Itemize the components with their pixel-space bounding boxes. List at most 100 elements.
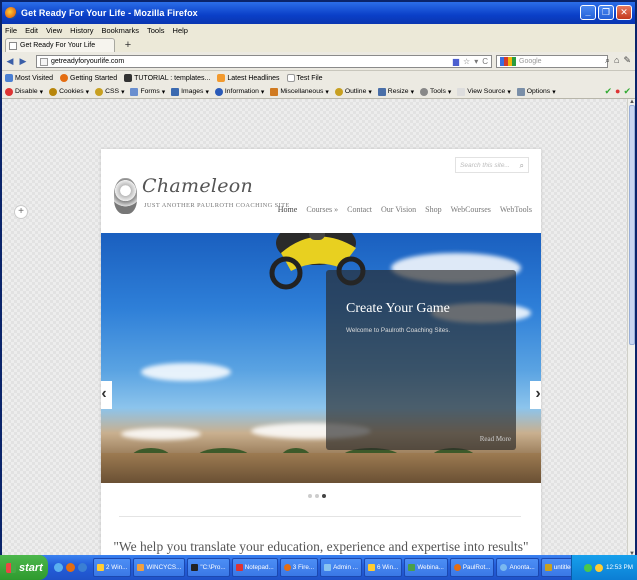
nav-webtools[interactable]: WebTools [500, 205, 532, 214]
slider-dot[interactable] [308, 494, 312, 498]
task-button[interactable]: PaulRot... [449, 558, 495, 577]
start-button[interactable]: start [0, 555, 48, 580]
firefox-icon [5, 7, 17, 19]
quick-launch-icon[interactable] [54, 563, 63, 572]
home-icon[interactable]: ⌂ [614, 55, 619, 66]
menu-file[interactable]: File [5, 26, 17, 35]
task-button[interactable]: Webina... [404, 558, 448, 577]
menu-bookmarks[interactable]: Bookmarks [102, 26, 140, 35]
dropdown-arrow-icon[interactable]: ▾ [474, 57, 478, 66]
menu-edit[interactable]: Edit [25, 26, 38, 35]
side-plus-icon[interactable]: + [14, 205, 28, 219]
maximize-button[interactable]: ❐ [598, 5, 614, 20]
dev-view-source[interactable]: View Source ▾ [457, 87, 511, 96]
vertical-scrollbar[interactable]: ▲ ▼ [627, 99, 635, 557]
new-tab-button[interactable]: + [121, 40, 135, 52]
slide-title: Create Your Game [346, 301, 450, 316]
dirt-ground [101, 453, 541, 483]
close-button[interactable]: ✕ [616, 5, 632, 20]
bookmark-star-icon[interactable]: ☆ [463, 57, 470, 66]
search-icon[interactable]: ⌕ [520, 162, 524, 170]
nav-shop[interactable]: Shop [425, 205, 441, 214]
menu-history[interactable]: History [70, 26, 93, 35]
slider-dot-active[interactable] [322, 494, 326, 498]
slider-next-icon[interactable]: › [530, 381, 541, 409]
task-icon [453, 564, 461, 571]
task-icon [500, 564, 508, 571]
slide-text: Welcome to Paulroth Coaching Sites. [346, 327, 451, 334]
bookmark-most-visited[interactable]: Most Visited [5, 74, 53, 82]
quick-launch-icon[interactable] [66, 563, 75, 572]
bookmark-getting-started[interactable]: Getting Started [60, 74, 117, 82]
dev-outline[interactable]: Outline ▾ [334, 87, 372, 96]
bookmark-test-file[interactable]: Test File [286, 74, 323, 82]
dev-css[interactable]: CSS ▾ [95, 87, 124, 96]
tab-bar: Get Ready For Your Life + [2, 37, 635, 52]
scrollbar-thumb[interactable] [629, 105, 635, 345]
tray-icon[interactable] [595, 563, 604, 572]
task-button[interactable]: 6 Win... [363, 558, 403, 577]
nav-home[interactable]: Home [278, 205, 298, 214]
menu-help[interactable]: Help [173, 26, 188, 35]
address-bar[interactable]: getreadyforyourlife.com ▆ ☆ ▾ C [36, 55, 492, 68]
outline-pencil-icon [334, 87, 343, 96]
letter-a-icon [124, 74, 133, 82]
nav-our-vision[interactable]: Our Vision [381, 205, 416, 214]
dev-forms[interactable]: Forms ▾ [130, 87, 165, 96]
task-button[interactable]: 2 Win... [93, 558, 132, 577]
toolbar-tools: ⌕ ⌂ ✎ [605, 55, 631, 66]
magnifier-icon[interactable]: ⌕ [605, 55, 610, 66]
dev-images[interactable]: Images ▾ [171, 87, 209, 96]
slider-prev-icon[interactable]: ‹ [101, 381, 112, 409]
dev-disable[interactable]: Disable ▾ [5, 87, 43, 96]
menu-tools[interactable]: Tools [147, 26, 165, 35]
forward-arrow-icon[interactable]: ▶ [18, 55, 28, 67]
dev-miscellaneous[interactable]: Miscellaneous ▾ [270, 87, 329, 96]
search-bar[interactable]: Google [496, 55, 608, 68]
slider-dots [308, 494, 326, 498]
tray-icon[interactable] [584, 563, 593, 572]
chameleon-logo-icon [114, 178, 137, 214]
view-source-icon [457, 87, 466, 96]
bookmark-tutorial[interactable]: TUTORIAL : templates... [124, 74, 210, 82]
pen-icon[interactable]: ✎ [623, 55, 631, 66]
css-pencil-icon [95, 87, 104, 96]
check-icon-2: ✔ [623, 86, 631, 96]
quick-launch-icon[interactable] [78, 563, 87, 572]
menu-view[interactable]: View [46, 26, 62, 35]
site-tagline: JUST ANOTHER PAULROTH COACHING SITE [144, 202, 290, 209]
task-button[interactable]: WINCYCS... [133, 558, 186, 577]
page-viewport[interactable]: + Search this site... ⌕ Chameleon JUST A… [2, 99, 627, 557]
nav-webcourses[interactable]: WebCourses [451, 205, 491, 214]
search-placeholder: Google [519, 58, 542, 65]
page-icon [286, 74, 295, 82]
task-button[interactable]: Admin ... [320, 558, 362, 577]
nav-contact[interactable]: Contact [347, 205, 372, 214]
back-arrow-icon[interactable]: ◀ [5, 55, 15, 67]
quick-launch [54, 563, 87, 572]
site-logo-name[interactable]: Chameleon [142, 175, 253, 197]
title-bar[interactable]: Get Ready For Your Life - Mozilla Firefo… [2, 2, 635, 24]
dev-resize[interactable]: Resize ▾ [377, 87, 414, 96]
task-button[interactable]: Anonta... [496, 558, 539, 577]
tab-get-ready[interactable]: Get Ready For Your Life [5, 38, 115, 52]
dev-information[interactable]: Information ▾ [214, 87, 264, 96]
nav-courses[interactable]: Courses » [306, 205, 338, 214]
clock[interactable]: 12:53 PM [606, 564, 633, 571]
dev-tools[interactable]: Tools ▾ [420, 87, 451, 96]
task-button[interactable]: 3 Fire... [279, 558, 319, 577]
forms-icon [130, 87, 139, 96]
site-search-input[interactable]: Search this site... ⌕ [455, 157, 529, 173]
reload-icon[interactable]: C [482, 57, 488, 66]
task-icon [283, 564, 291, 571]
slider-dot[interactable] [315, 494, 319, 498]
rss-icon[interactable]: ▆ [453, 57, 459, 66]
dev-cookies[interactable]: Cookies ▾ [49, 87, 89, 96]
task-button[interactable]: Notepad... [231, 558, 278, 577]
read-more-link[interactable]: Read More [480, 435, 511, 443]
dev-options[interactable]: Options ▾ [516, 87, 556, 96]
disable-icon [5, 87, 13, 96]
minimize-button[interactable]: _ [580, 5, 596, 20]
bookmark-latest-headlines[interactable]: Latest Headlines [217, 74, 280, 82]
task-button[interactable]: "C:\Pro... [187, 558, 230, 577]
